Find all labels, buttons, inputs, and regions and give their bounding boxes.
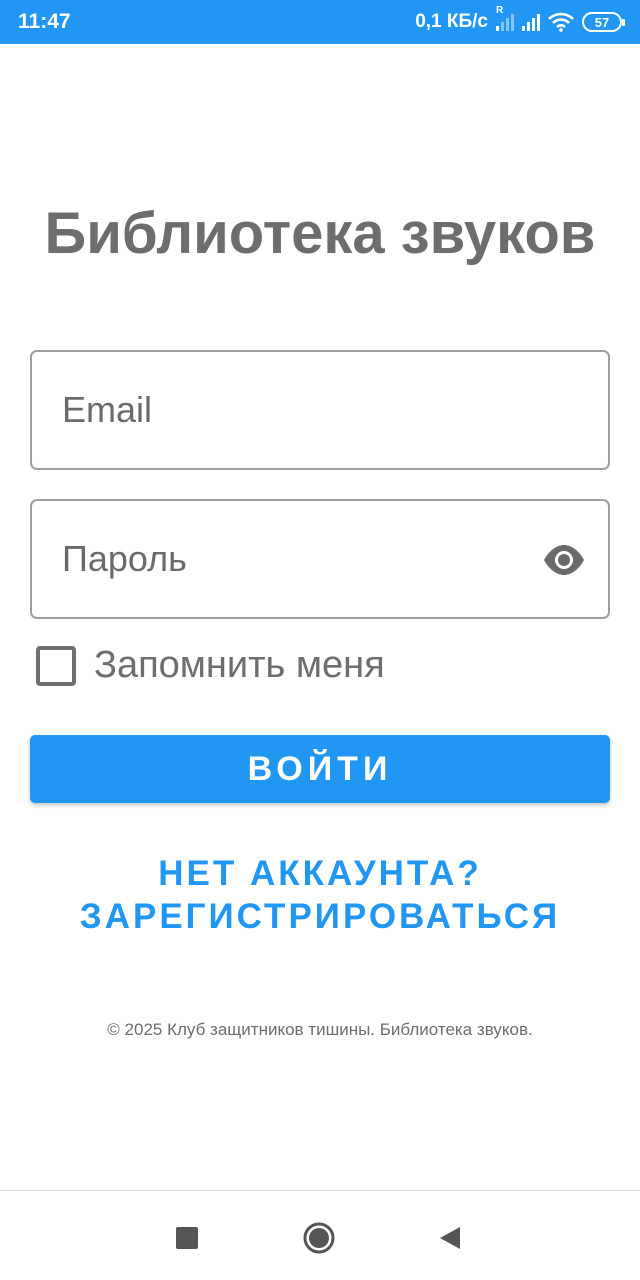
signal-roaming-icon: R [496,5,514,31]
login-button[interactable]: ВОЙТИ [30,735,610,803]
page-title: Библиотека звуков [44,201,596,266]
remember-me-row[interactable]: Запомнить меня [36,644,385,687]
recent-apps-icon[interactable] [170,1221,204,1255]
signal-icon [522,13,540,31]
password-field[interactable] [62,538,522,580]
footer-copyright: © 2025 Клуб защитников тишины. Библиотек… [107,1020,533,1039]
remember-me-label[interactable]: Запомнить меня [94,644,385,687]
password-field-container[interactable] [30,499,610,619]
home-icon[interactable] [302,1221,336,1255]
eye-icon[interactable] [542,543,586,577]
status-bar: 11:47 0,1 КБ/с R 57 [0,0,640,44]
remember-me-checkbox[interactable] [36,645,76,686]
battery-level: 57 [594,14,610,30]
email-field-container[interactable] [30,350,610,470]
status-icons: 0,1 КБ/с R 57 [415,5,625,33]
register-link[interactable]: НЕТ АККАУНТА? ЗАРЕГИСТРИРОВАТЬСЯ [0,852,640,938]
register-link-line1[interactable]: НЕТ АККАУНТА? [0,852,640,895]
register-link-line2[interactable]: ЗАРЕГИСТРИРОВАТЬСЯ [0,895,640,938]
network-speed: 0,1 КБ/с [415,11,488,32]
status-time: 11:47 [18,10,71,33]
wifi-icon [548,12,574,32]
system-nav-bar [0,1190,640,1280]
back-icon[interactable] [434,1221,468,1255]
battery-icon: 57 [582,12,625,32]
email-field[interactable] [62,389,522,431]
roaming-indicator: R [496,5,504,16]
